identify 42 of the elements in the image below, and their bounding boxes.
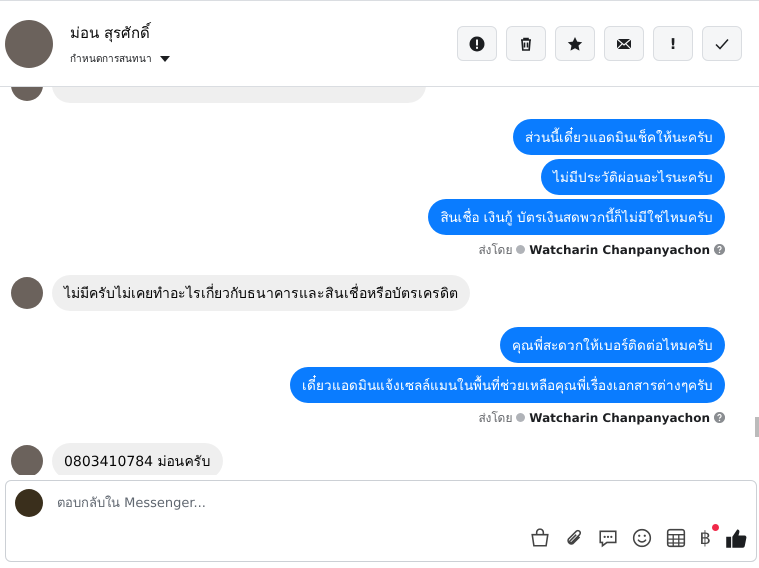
thumbs-up-icon: [725, 527, 747, 549]
toolbar-button[interactable]: !: [653, 26, 693, 61]
composer-tool-button[interactable]: [598, 528, 618, 548]
avatar-photo-placeholder: [11, 445, 43, 475]
message-bubble: สินเชื่อ เงินกู้ บัตรเงินสดพวกนี้ก็ไม่มีใช่ไหมครับ: [428, 199, 725, 235]
chat-bubble-icon: [598, 528, 618, 548]
message-bubble: คุณพี่สะดวกให้เบอร์ติดต่อไหมครับ: [500, 327, 725, 363]
page-avatar-placeholder: [15, 489, 43, 517]
message-bubble: ไม่มีประวัติผ่อนอะไรนะครับ: [541, 159, 725, 195]
composer-tool-button[interactable]: [530, 528, 550, 548]
message-bubble: เดี๋ยวแอดมินแจ้งเซลล์แมนในพื้นที่ช่วยเหลือคุณพี่เรื่องเอกสารต่างๆครับ: [290, 367, 725, 403]
help-icon: [714, 412, 725, 423]
conversation-settings-dropdown[interactable]: กำหนดการสนทนา: [70, 51, 170, 66]
composer-tool-button[interactable]: [632, 528, 652, 548]
toolbar-button[interactable]: [506, 26, 546, 61]
composer-tool-button[interactable]: [666, 528, 686, 548]
sent-by-label: ส่งโดย: [478, 242, 512, 259]
composer-tool-button[interactable]: ฿: [700, 528, 711, 548]
contact-name: ม่อน สุรศักดิ์: [70, 21, 152, 44]
message-bubble: ส่วนนี้เดี๋ยวแอดมินเช็คให้นะครับ: [513, 119, 725, 155]
caret-icon: [160, 56, 170, 62]
sender-name: Watcharin Chanpanyachon: [529, 410, 710, 424]
smiley-icon: [632, 528, 652, 548]
star-icon: [567, 36, 583, 52]
sent-by-label: ส่งโดย: [478, 410, 512, 427]
message-bubble: 0803410784 ม่อนครับ: [52, 443, 223, 475]
verified-icon: [516, 413, 526, 422]
sender-name: Watcharin Chanpanyachon: [529, 242, 710, 256]
bag-icon: [530, 528, 550, 548]
toolbar-button[interactable]: [604, 26, 644, 61]
avatar-photo-placeholder: [11, 277, 43, 309]
verified-icon: [516, 245, 526, 254]
alert-icon: [469, 36, 485, 52]
help-icon: [714, 244, 725, 255]
grid-icon: [666, 528, 686, 548]
reply-input-field[interactable]: ตอบกลับใน Messenger...: [55, 494, 747, 512]
message-bubble: ไม่มีครับไม่เคยทำอะไรเกี่ยวกับธนาคารและสินเชื่อหรือบัตรเครดิต: [52, 275, 470, 311]
avatar-photo-placeholder: [5, 20, 53, 68]
toolbar-button[interactable]: [555, 26, 595, 61]
trash-icon: [518, 36, 534, 52]
toolbar-button[interactable]: [457, 26, 497, 61]
composer-tool-button[interactable]: [725, 527, 747, 549]
